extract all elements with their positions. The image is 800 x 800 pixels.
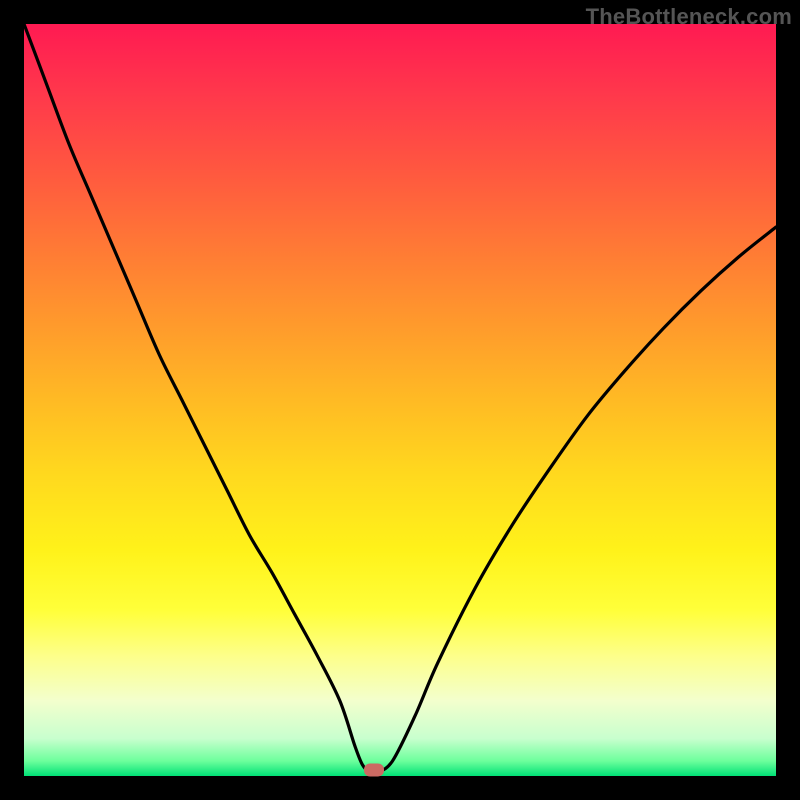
curve-path xyxy=(24,24,776,773)
watermark-text: TheBottleneck.com xyxy=(586,4,792,30)
minimum-marker xyxy=(364,763,384,776)
chart-area xyxy=(24,24,776,776)
bottleneck-curve xyxy=(24,24,776,776)
